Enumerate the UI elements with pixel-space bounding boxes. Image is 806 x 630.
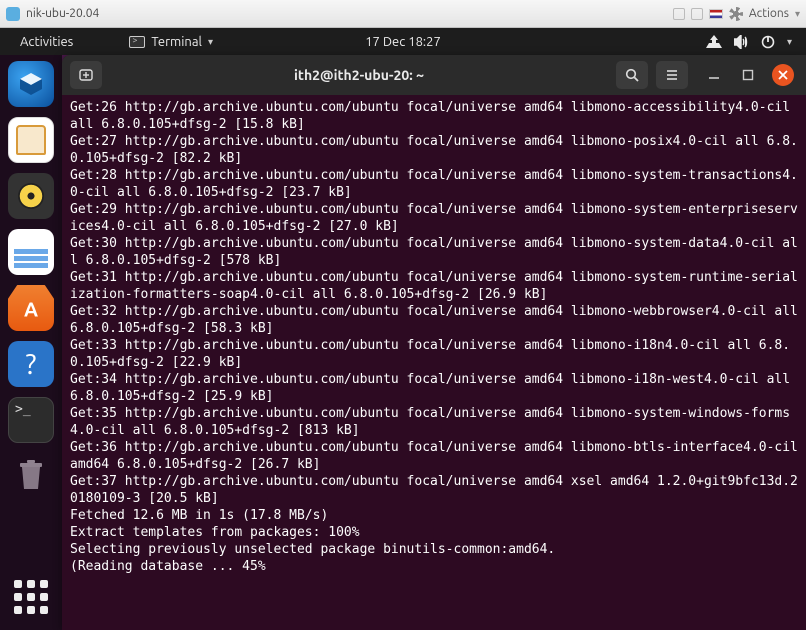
minimize-button[interactable] xyxy=(704,65,724,85)
files-icon[interactable] xyxy=(8,117,54,163)
app-menu[interactable]: Terminal ▾ xyxy=(129,35,213,49)
terminal-output[interactable]: Get:26 http://gb.archive.ubuntu.com/ubun… xyxy=(62,95,806,630)
terminal-icon[interactable] xyxy=(8,397,54,443)
tray-indicator-2 xyxy=(691,8,703,20)
app-grid-button[interactable] xyxy=(8,574,54,620)
search-button[interactable] xyxy=(616,61,648,89)
power-icon xyxy=(761,35,775,49)
volume-icon xyxy=(734,35,749,49)
maximize-button[interactable] xyxy=(738,65,758,85)
vm-tray: Actions ▾ xyxy=(673,7,800,21)
chevron-down-icon: ▾ xyxy=(208,36,213,48)
keyboard-layout-icon[interactable] xyxy=(709,9,723,19)
terminal-header: ith2@ith2-ubu-20: ~ xyxy=(62,55,806,95)
actions-menu[interactable]: Actions xyxy=(749,7,789,20)
chevron-down-icon: ▾ xyxy=(787,36,792,48)
dock: ? xyxy=(0,55,62,630)
desktop: ? ith2@ith2-ubu-20: ~ xyxy=(0,55,806,630)
terminal-window: ith2@ith2-ubu-20: ~ Get:26 http://gb.arc… xyxy=(62,55,806,630)
help-icon[interactable]: ? xyxy=(8,341,54,387)
clock[interactable]: 17 Dec 18:27 xyxy=(365,35,441,49)
chevron-down-icon: ▾ xyxy=(795,8,800,20)
tray-indicator-1 xyxy=(673,8,685,20)
trash-icon[interactable] xyxy=(8,453,54,499)
thunderbird-icon[interactable] xyxy=(8,61,54,107)
system-status-area[interactable]: ▾ xyxy=(706,35,792,49)
gnome-top-bar: Activities Terminal ▾ 17 Dec 18:27 ▾ xyxy=(0,28,806,55)
vm-app-icon xyxy=(6,7,20,21)
new-tab-button[interactable] xyxy=(70,61,102,89)
ubuntu-software-icon[interactable] xyxy=(8,285,54,331)
gear-icon[interactable] xyxy=(729,7,743,21)
vm-titlebar: nik-ubu-20.04 Actions ▾ xyxy=(0,0,806,28)
hamburger-menu-button[interactable] xyxy=(656,61,688,89)
app-menu-label: Terminal xyxy=(151,35,202,49)
libreoffice-writer-icon[interactable] xyxy=(8,229,54,275)
terminal-title: ith2@ith2-ubu-20: ~ xyxy=(110,67,608,83)
activities-button[interactable]: Activities xyxy=(14,35,79,49)
terminal-icon xyxy=(129,36,145,48)
rhythmbox-icon[interactable] xyxy=(8,173,54,219)
vm-title: nik-ubu-20.04 xyxy=(26,7,99,20)
close-button[interactable] xyxy=(772,64,794,86)
network-icon xyxy=(706,35,722,49)
